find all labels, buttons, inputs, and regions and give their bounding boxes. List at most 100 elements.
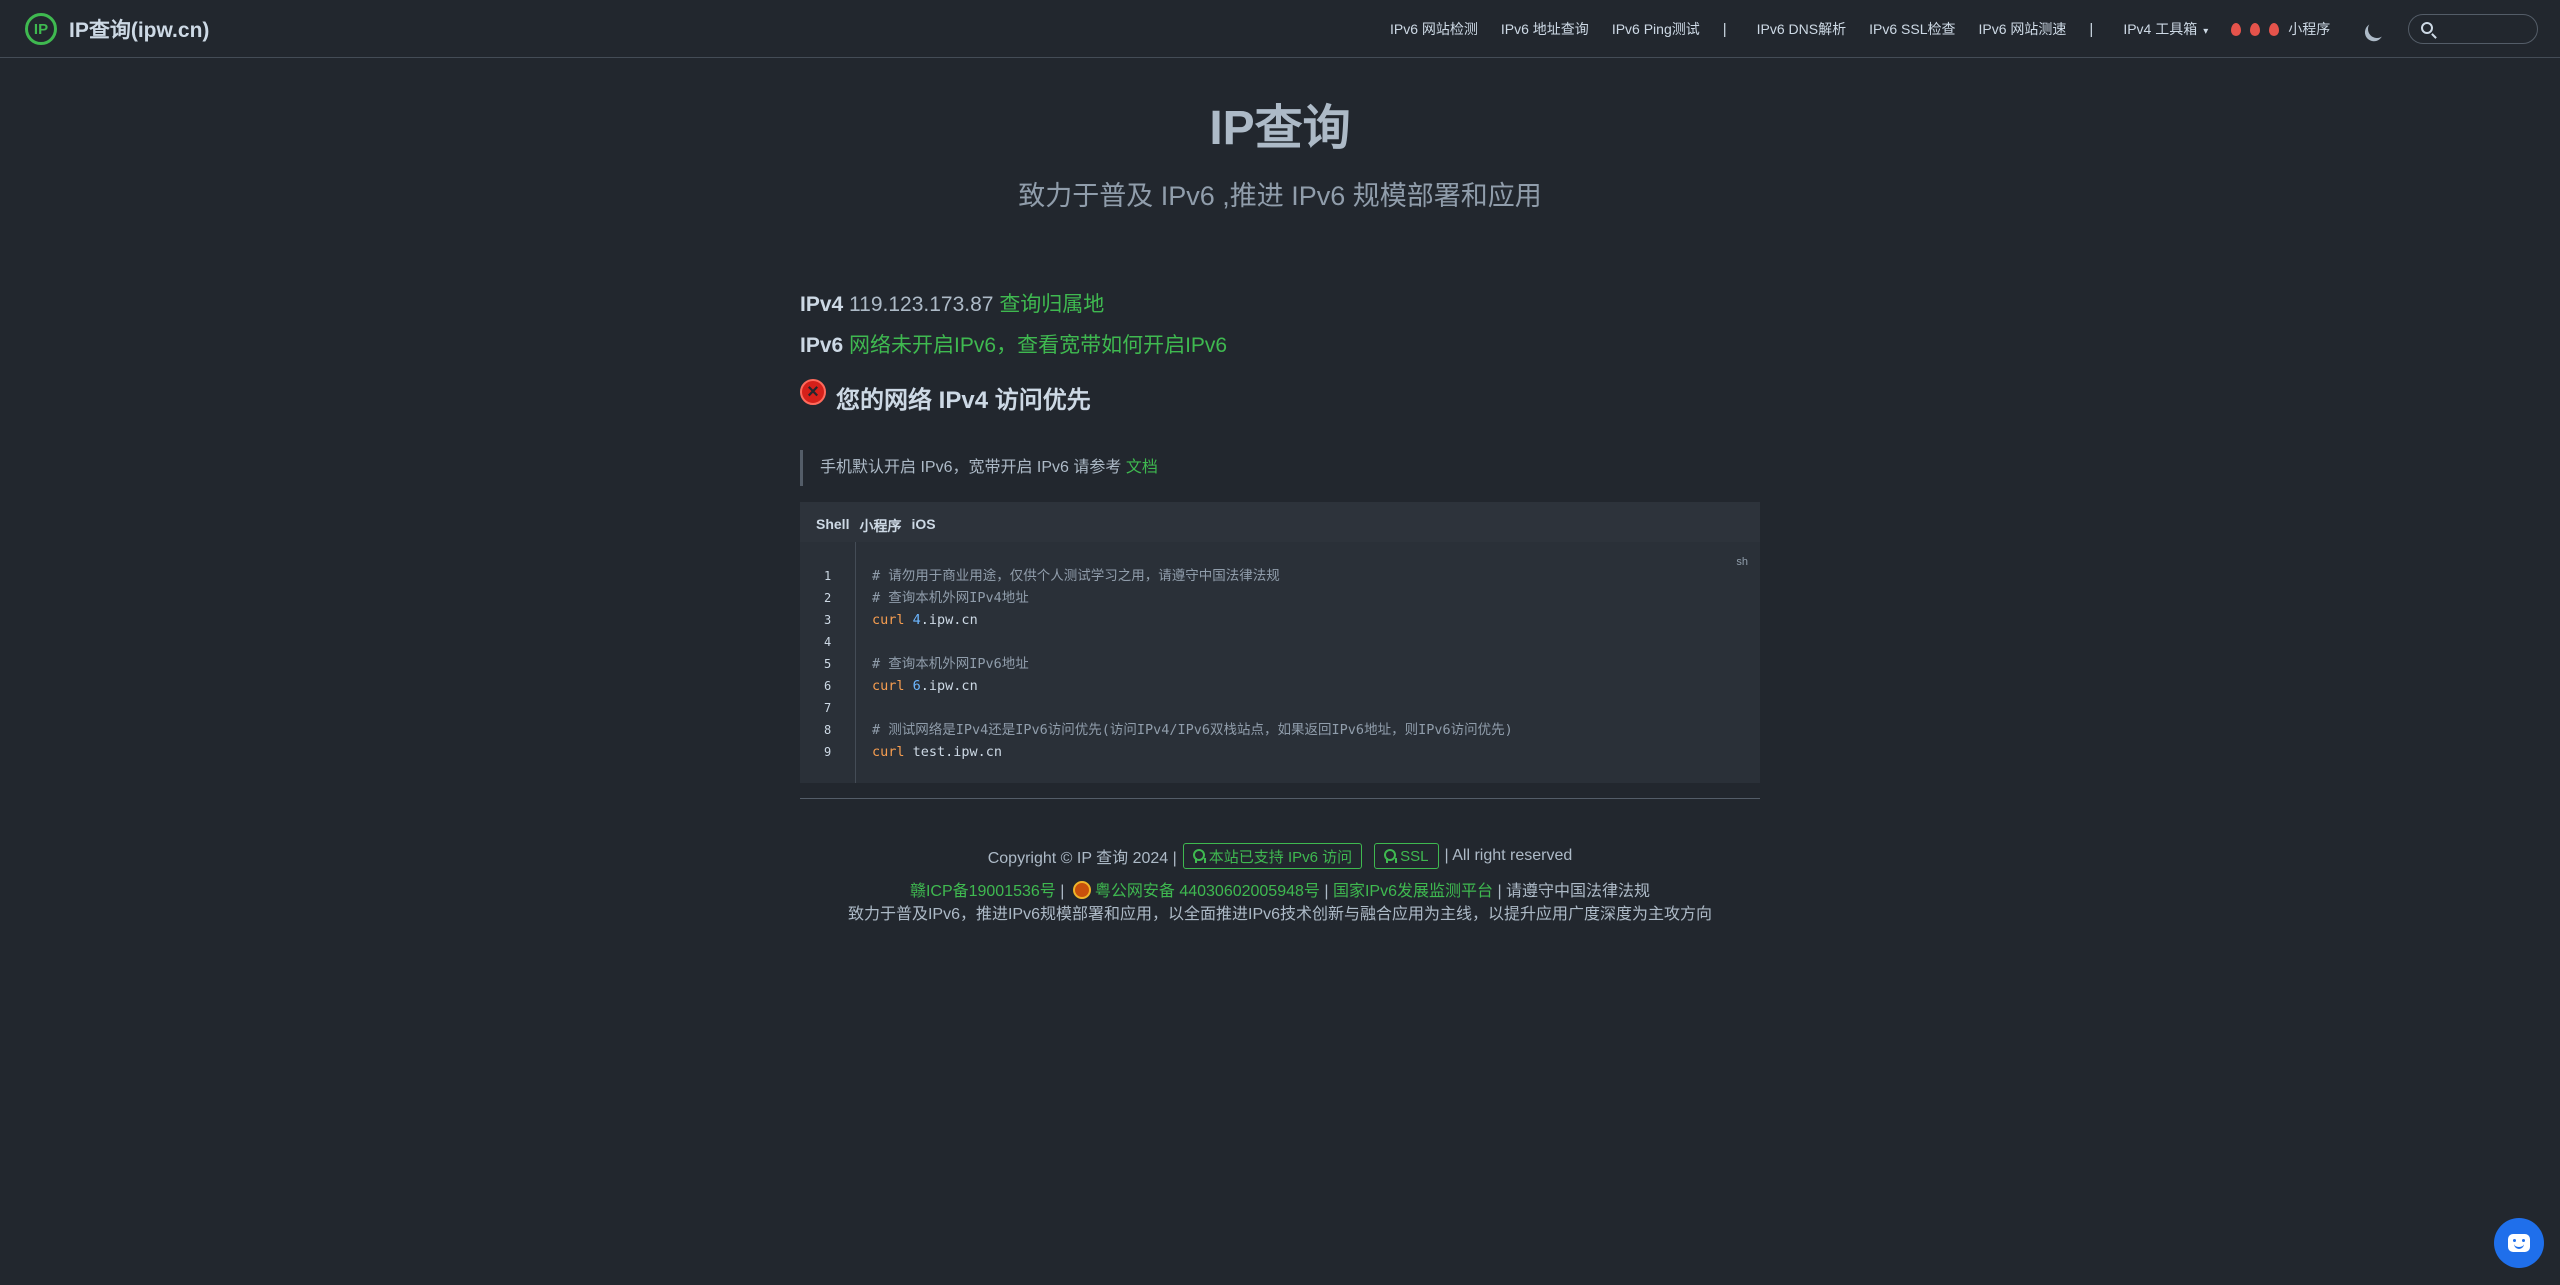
chat-button[interactable]	[2494, 1218, 2544, 1268]
ipv4-label: IPv4	[800, 293, 844, 316]
brand-link[interactable]: IP IP查询(ipw.cn)	[25, 13, 209, 45]
error-icon: ×	[800, 378, 826, 405]
search-box[interactable]	[2408, 14, 2538, 44]
nav-links: IPv6 网站检测 IPv6 地址查询 IPv6 Ping测试 | IPv6 D…	[1390, 0, 2340, 58]
code-keyword: curl	[872, 612, 905, 628]
code-line: 6 curl 6.ipw.cn	[800, 675, 1760, 697]
award-icon	[1192, 849, 1206, 863]
footer-copyright-row: Copyright © IP 查询 2024 | 本站已支持 IPv6 访问 S…	[0, 843, 2560, 869]
line-number: 5	[824, 657, 832, 671]
access-priority-status: × 您的网络 IPv4 访问优先	[800, 378, 1091, 415]
drop-icon	[2231, 22, 2242, 36]
police-record-link[interactable]: 粤公网安备 44030602005948号	[1095, 883, 1320, 900]
line-number: 4	[824, 635, 832, 649]
nav-ipv6-dns[interactable]: IPv6 DNS解析	[1757, 19, 1846, 39]
drop-icon	[2250, 22, 2261, 36]
line-number: 3	[824, 613, 832, 627]
nav-separator: |	[2089, 20, 2094, 38]
code-line: 4	[800, 631, 1760, 653]
code-comment: # 请勿用于商业用途，仅供个人测试学习之用，请遵守中国法律法规	[872, 568, 1280, 584]
brand-title: IP查询(ipw.cn)	[69, 19, 210, 42]
ssl-badge[interactable]: SSL	[1374, 843, 1439, 869]
footer-registration-row: 赣ICP备19001536号 | 粤公网安备 44030602005948号 |…	[0, 877, 2560, 901]
icp-link[interactable]: 赣ICP备19001536号	[910, 883, 1056, 900]
nav-ipv4-toolbox-label: IPv4 工具箱	[2123, 21, 2198, 37]
nav-ipv6-address-lookup[interactable]: IPv6 地址查询	[1501, 19, 1589, 39]
line-number: 2	[824, 591, 832, 605]
police-badge-icon	[1072, 881, 1091, 899]
footer-separator: |	[1324, 883, 1329, 900]
tab-ios[interactable]: iOS	[911, 516, 935, 544]
code-comment: # 测试网络是IPv4还是IPv6访问优先(访问IPv4/IPv6双栈站点，如果…	[872, 722, 1513, 738]
code-line: 5 # 查询本机外网IPv6地址	[800, 653, 1760, 675]
nav-miniprogram: 小程序	[2288, 21, 2331, 37]
search-icon	[2421, 22, 2433, 34]
code-comment: # 查询本机外网IPv4地址	[872, 590, 1029, 606]
nav-ipv6-ping[interactable]: IPv6 Ping测试	[1612, 19, 1700, 39]
footer-mission: 致力于普及IPv6，推进IPv6规模部署和应用，以全面推进IPv6技术创新与融合…	[847, 906, 1713, 923]
ipv6-badge-label: 本站已支持 IPv6 访问	[1208, 848, 1353, 866]
code-block: sh 1 # 请勿用于商业用途，仅供个人测试学习之用，请遵守中国法律法规 2 #…	[800, 542, 1760, 783]
ssl-badge-label: SSL	[1400, 847, 1429, 865]
line-number: 7	[824, 701, 832, 715]
code-line: 9 curl test.ipw.cn	[800, 741, 1760, 763]
note-text: 手机默认开启 IPv6，宽带开启 IPv6 请参考	[820, 459, 1126, 476]
line-number: 6	[824, 679, 832, 693]
ipv6-support-badge[interactable]: 本站已支持 IPv6 访问	[1182, 843, 1363, 869]
nav-ipv6-ssl[interactable]: IPv6 SSL检查	[1869, 19, 1955, 39]
code-line: 3 curl 4.ipw.cn	[800, 609, 1760, 631]
tab-shell[interactable]: Shell	[816, 516, 850, 544]
code-panel: Shell 小程序 iOS sh 1 # 请勿用于商业用途，仅供个人测试学习之用…	[800, 502, 1760, 783]
code-number: 4	[912, 612, 921, 628]
ipv6-status-link[interactable]: 网络未开启IPv6，查看宽带如何开启IPv6	[849, 334, 1227, 357]
award-icon	[1384, 849, 1398, 863]
code-text: test.ipw.cn	[912, 744, 1003, 760]
moon-icon[interactable]	[2365, 17, 2388, 40]
page-title: IP查询	[1209, 102, 1351, 155]
line-number: 9	[824, 745, 832, 759]
line-number: 8	[824, 723, 832, 737]
code-keyword: curl	[872, 744, 905, 760]
code-command: curl 6.ipw.cn	[872, 675, 978, 697]
code-number: 6	[912, 678, 921, 694]
ipv6-note: 手机默认开启 IPv6，宽带开启 IPv6 请参考 文档	[800, 450, 1760, 486]
ipv4-address: 119.123.173.87	[849, 293, 994, 316]
ipv4-location-link[interactable]: 查询归属地	[999, 293, 1104, 316]
nav-ipv6-site-check[interactable]: IPv6 网站检测	[1390, 19, 1478, 39]
code-command: curl 4.ipw.cn	[872, 609, 978, 631]
ipv4-row: IPv4 119.123.173.87 查询归属地	[800, 288, 1104, 318]
tab-miniprogram[interactable]: 小程序	[859, 516, 901, 544]
miniprogram-link[interactable]: 小程序	[2231, 19, 2330, 39]
code-command: curl test.ipw.cn	[872, 741, 1002, 763]
ip-logo-icon: IP	[25, 13, 57, 45]
code-comment: # 查询本机外网IPv6地址	[872, 656, 1029, 672]
code-keyword: curl	[872, 678, 905, 694]
code-line: 8 # 测试网络是IPv4还是IPv6访问优先(访问IPv4/IPv6双栈站点，…	[800, 719, 1760, 741]
access-priority-text: 您的网络 IPv4 访问优先	[836, 387, 1091, 414]
ipv6-label: IPv6	[800, 334, 844, 357]
nav-ipv4-toolbox-dropdown[interactable]: IPv4 工具箱 ▾	[2123, 19, 2208, 39]
search-input[interactable]	[2439, 19, 2531, 39]
nav-separator: |	[1722, 20, 1727, 38]
nav-ipv6-speed[interactable]: IPv6 网站测速	[1979, 19, 2067, 39]
line-number: 1	[824, 569, 832, 583]
chevron-down-icon: ▾	[2203, 26, 2209, 37]
rights-text: | All right reserved	[1444, 847, 1573, 864]
chat-icon	[2508, 1234, 2530, 1252]
divider	[800, 798, 1760, 799]
code-line: 1 # 请勿用于商业用途，仅供个人测试学习之用，请遵守中国法律法规	[800, 565, 1760, 587]
code-line: 2 # 查询本机外网IPv4地址	[800, 587, 1760, 609]
footer-separator: |	[1060, 883, 1065, 900]
law-text: | 请遵守中国法律法规	[1497, 883, 1651, 900]
page-subtitle: 致力于普及 IPv6 ,推进 IPv6 规模部署和应用	[1018, 181, 1542, 211]
code-tabs: Shell 小程序 iOS	[816, 516, 946, 544]
ipv6-row: IPv6 网络未开启IPv6，查看宽带如何开启IPv6	[800, 329, 1227, 359]
code-text: .ipw.cn	[920, 678, 978, 694]
ipv6-platform-link[interactable]: 国家IPv6发展监测平台	[1333, 883, 1493, 900]
code-text: .ipw.cn	[920, 612, 978, 628]
drop-icon	[2269, 22, 2280, 36]
code-line: 7	[800, 697, 1760, 719]
navbar: IP IP查询(ipw.cn) IPv6 网站检测 IPv6 地址查询 IPv6…	[0, 0, 2560, 58]
docs-link[interactable]: 文档	[1126, 459, 1158, 476]
copyright-text: Copyright © IP 查询 2024 |	[987, 850, 1177, 867]
